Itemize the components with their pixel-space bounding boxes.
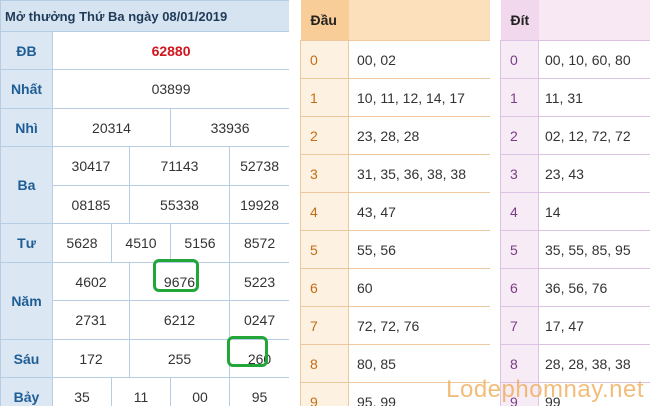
dau-digit: 0 [300, 40, 349, 79]
dit-digit: 6 [500, 268, 539, 307]
prize-value-bay: 95 [228, 377, 289, 406]
dau-numbers: 10, 11, 12, 14, 17 [348, 78, 490, 117]
dau-numbers: 72, 72, 76 [348, 306, 490, 345]
prize-label-nhat: Nhất [0, 69, 53, 109]
prize-value-sau: 172 [52, 339, 130, 378]
dau-digit: 2 [300, 116, 349, 155]
watermark-text: Lodephomnay.net [446, 376, 644, 403]
prize-value-ba: 52738 [228, 146, 289, 186]
dit-digit: 7 [500, 306, 539, 345]
results-title: Mở thưởng Thứ Ba ngày 08/01/2019 [0, 0, 289, 32]
prize-value-nhi: 20314 [52, 108, 171, 147]
dit-numbers: 17, 47 [538, 306, 650, 345]
prize-label-nam: Năm [0, 262, 53, 340]
dit-numbers: 14 [538, 192, 650, 231]
dau-digit: 3 [300, 154, 349, 193]
dit-numbers: 11, 31 [538, 78, 650, 117]
dau-numbers: 23, 28, 28 [348, 116, 490, 155]
prize-value-nhi: 33936 [169, 108, 289, 147]
dau-digit: 7 [300, 306, 349, 345]
prize-value-ba: 55338 [129, 185, 230, 224]
dit-digit: 0 [500, 40, 539, 79]
prize-value-ba: 30417 [52, 146, 130, 186]
dit-digit: 3 [500, 154, 539, 193]
prize-value-tu: 5628 [52, 223, 112, 263]
prize-value-nam: 4602 [52, 262, 130, 301]
prize-value-tu: 5156 [170, 223, 230, 263]
prize-label-tu: Tư [0, 223, 53, 263]
dit-numbers: 35, 55, 85, 95 [538, 230, 650, 269]
dau-table: Đầu 0 00, 02 1 10, 11, 12, 14, 17 2 23, 28,… [300, 0, 490, 406]
prize-label-nhi: Nhì [0, 108, 53, 147]
dau-digit: 9 [300, 382, 349, 406]
dau-digit: 8 [300, 344, 349, 383]
prize-value-bay: 11 [111, 377, 171, 406]
dau-digit: 6 [300, 268, 349, 307]
dit-digit: 1 [500, 78, 539, 117]
dit-numbers: 00, 10, 60, 80 [538, 40, 650, 79]
dau-header: Đầu [300, 0, 349, 41]
prize-value-nhat: 03899 [51, 69, 289, 109]
prize-value-ba: 71143 [129, 146, 230, 186]
prize-value-ba: 19928 [228, 185, 289, 224]
highlight-circle-9676 [153, 259, 199, 292]
dau-digit: 1 [300, 78, 349, 117]
dau-digit: 4 [300, 192, 349, 231]
dit-numbers: 36, 56, 76 [538, 268, 650, 307]
dit-digit: 5 [500, 230, 539, 269]
dau-numbers: 60 [348, 268, 490, 307]
dit-digit: 4 [500, 192, 539, 231]
dit-numbers: 23, 43 [538, 154, 650, 193]
dit-table: Đít 0 00, 10, 60, 80 1 11, 31 2 02, 12, 72,… [500, 0, 650, 406]
dit-digit: 2 [500, 116, 539, 155]
prize-value-nam: 6212 [129, 300, 230, 340]
prize-value-tu: 8572 [228, 223, 289, 263]
prize-value-nam: 0247 [228, 300, 289, 340]
prize-value-tu: 4510 [111, 223, 171, 263]
prize-value-nam: 2731 [52, 300, 130, 340]
prize-value-bay: 35 [52, 377, 112, 406]
dau-numbers: 31, 35, 36, 38, 38 [348, 154, 490, 193]
dit-numbers: 02, 12, 72, 72 [538, 116, 650, 155]
dit-header: Đít [500, 0, 539, 41]
prize-value-db: 62880 [51, 31, 289, 70]
highlight-circle-260 [227, 336, 268, 367]
prize-label-bay: Bảy [0, 377, 53, 406]
prize-value-sau: 255 [129, 339, 230, 378]
prize-label-ba: Ba [0, 146, 53, 224]
dit-header-fill [538, 0, 650, 41]
prize-label-db: ĐB [0, 31, 53, 70]
prize-value-nam: 5223 [228, 262, 289, 301]
dau-numbers: 55, 56 [348, 230, 490, 269]
prize-value-bay: 00 [170, 377, 230, 406]
prize-value-ba: 08185 [52, 185, 130, 224]
prize-label-sau: Sáu [0, 339, 53, 378]
dau-numbers: 43, 47 [348, 192, 490, 231]
dau-digit: 5 [300, 230, 349, 269]
dau-numbers: 00, 02 [348, 40, 490, 79]
dau-header-fill [348, 0, 490, 41]
